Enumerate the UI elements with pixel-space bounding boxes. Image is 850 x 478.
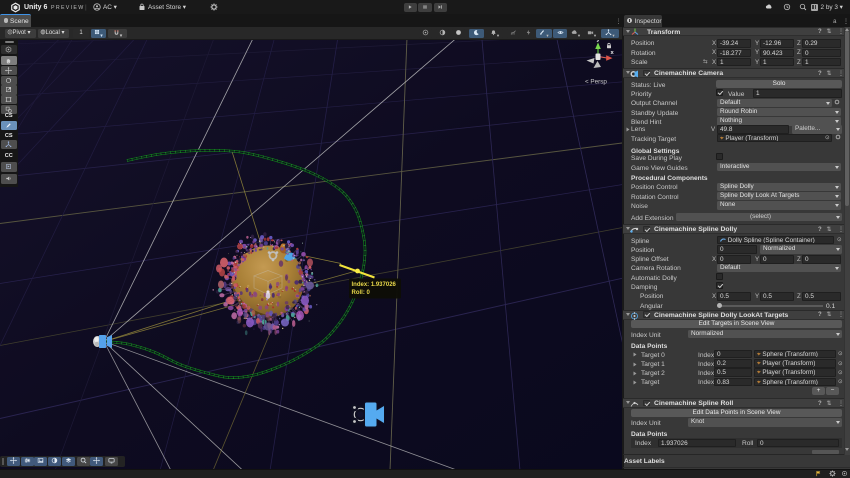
- svg-text:Index: 1.937026: Index: 1.937026: [352, 282, 397, 288]
- svg-text:Roll: 0: Roll: 0: [352, 290, 371, 296]
- svg-text:< Persp: < Persp: [585, 78, 607, 85]
